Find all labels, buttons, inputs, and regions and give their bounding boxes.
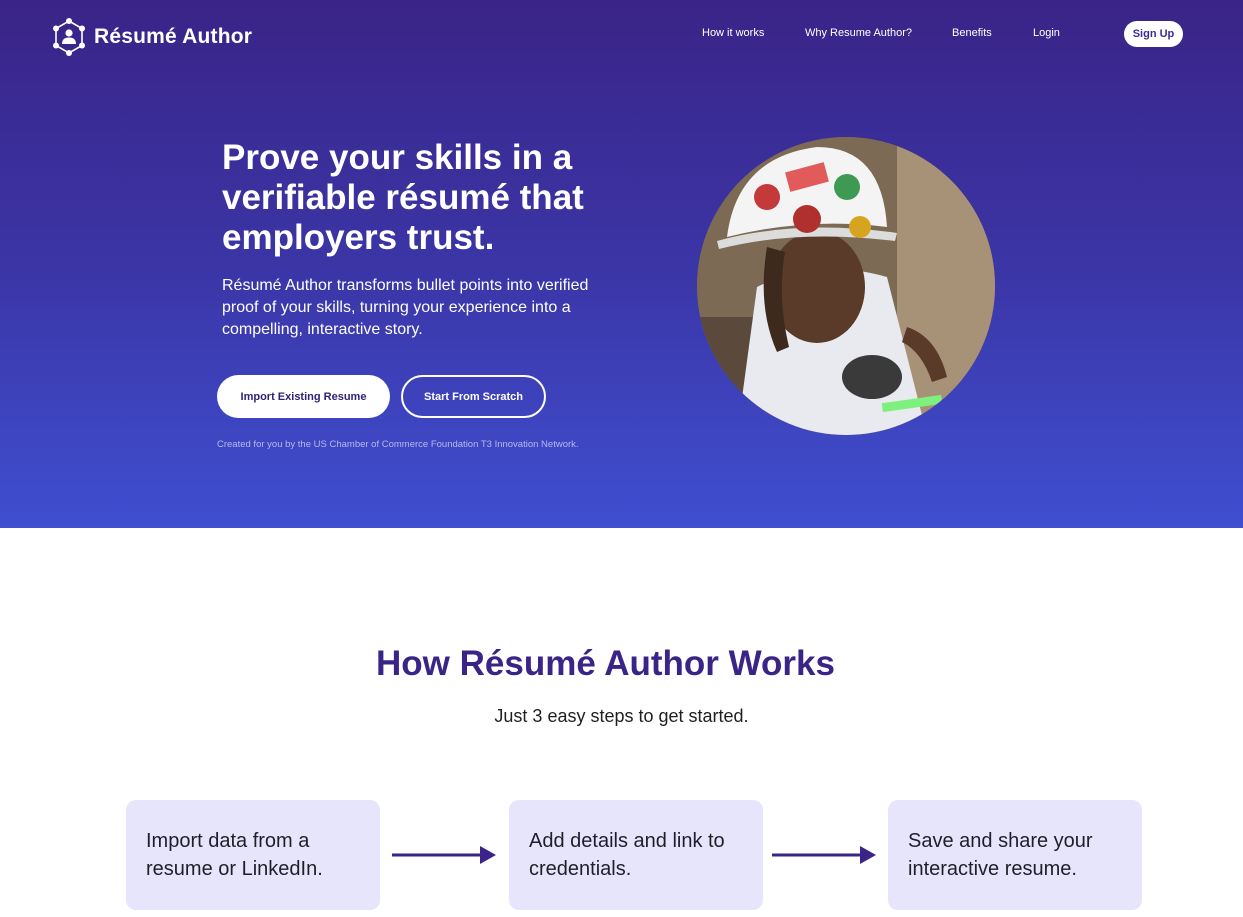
step-card-1: Import data from a resume or LinkedIn. [126,800,380,910]
start-from-scratch-button[interactable]: Start From Scratch [401,375,546,418]
resume-author-logo-icon [53,18,85,56]
how-it-works-title: How Résumé Author Works [376,644,835,683]
nav-how-it-works[interactable]: How it works [702,27,764,39]
hero-headline: Prove your skills in a verifiable résumé… [222,138,584,257]
nav-login[interactable]: Login [1033,27,1060,39]
import-existing-resume-button[interactable]: Import Existing Resume [217,375,390,418]
brand-logo[interactable]: Résumé Author [52,18,252,56]
sign-up-button[interactable]: Sign Up [1124,21,1183,47]
brand-name: Résumé Author [94,25,253,48]
arrow-right-icon [392,846,496,864]
step-1-text: Import data from a resume or LinkedIn. [146,830,323,880]
step-card-2: Add details and link to credentials. [509,800,763,910]
hero-photo [697,137,995,435]
how-it-works-subtitle: Just 3 easy steps to get started. [494,706,749,726]
arrow-right-icon [772,846,876,864]
nav-why-resume-author[interactable]: Why Resume Author? [805,27,912,39]
nav-benefits[interactable]: Benefits [952,27,992,39]
step-3-text: Save and share your interactive resume. [908,830,1093,880]
step-card-3: Save and share your interactive resume. [888,800,1142,910]
step-2-text: Add details and link to credentials. [529,830,725,880]
hero-subtext: Résumé Author transforms bullet points i… [222,277,589,338]
hero-credit: Created for you by the US Chamber of Com… [217,439,579,450]
hero-section: Résumé Author How it works Why Resume Au… [0,0,1243,528]
